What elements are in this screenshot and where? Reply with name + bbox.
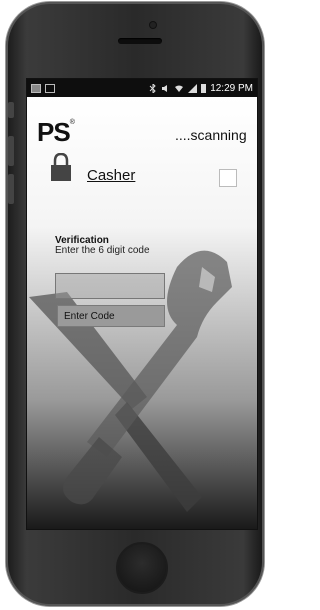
user-name-link[interactable]: Casher (87, 167, 135, 184)
home-button[interactable] (116, 542, 168, 594)
app-content: PS® ....scanning Casher Verification Ent… (27, 97, 257, 529)
signal-icon (188, 83, 198, 93)
lock-icon (51, 153, 71, 181)
message-notification-icon (31, 83, 41, 93)
status-bar: 12:29 PM (27, 79, 257, 97)
front-camera (150, 22, 156, 28)
phone-screen: 12:29 PM PS® ....scanning Casher Verific… (26, 78, 258, 530)
scan-status: ....scanning (175, 127, 247, 143)
earpiece-speaker (118, 38, 162, 44)
code-input[interactable] (55, 273, 165, 299)
volume-down-button (8, 174, 14, 204)
app-logo: PS® (37, 117, 75, 147)
wifi-icon (175, 85, 184, 92)
battery-icon (201, 83, 207, 93)
volume-up-button (8, 136, 14, 166)
mute-icon (162, 84, 168, 92)
image-notification-icon (45, 83, 55, 93)
verification-subtitle: Enter the 6 digit code (55, 245, 150, 256)
user-checkbox[interactable] (219, 169, 237, 187)
bluetooth-icon (149, 83, 156, 93)
mute-switch (8, 102, 14, 118)
status-time: 12:29 PM (210, 82, 253, 94)
phone-frame: 12:29 PM PS® ....scanning Casher Verific… (6, 2, 264, 606)
enter-code-button[interactable]: Enter Code (57, 305, 165, 327)
